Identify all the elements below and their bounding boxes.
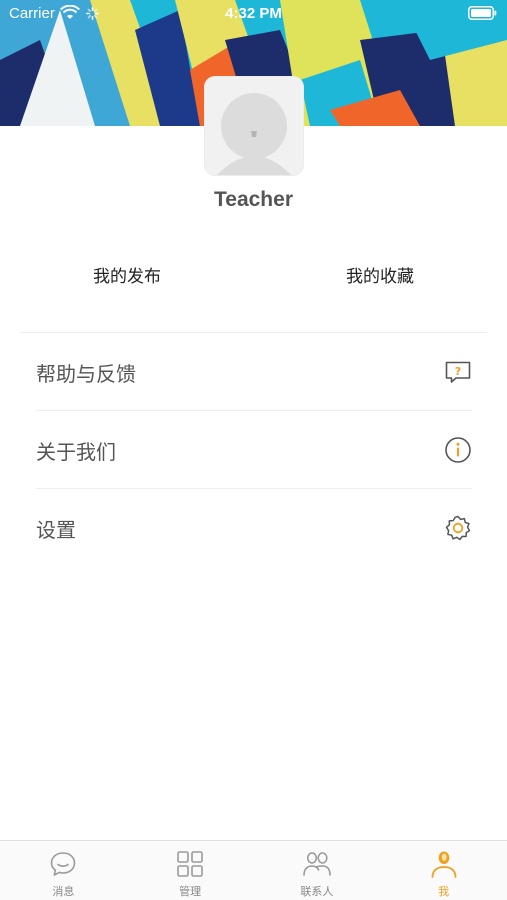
my-favorites-link[interactable]: 我的收藏 — [280, 262, 480, 287]
tab-label: 管理 — [179, 885, 202, 898]
my-posts-link[interactable]: 我的发布 — [27, 262, 227, 287]
tab-contacts[interactable]: 联系人 — [254, 841, 381, 900]
tab-label: 我 — [438, 885, 450, 898]
menu-item-about-us[interactable]: 关于我们 — [36, 411, 472, 489]
menu-item-help-feedback[interactable]: 帮助与反馈 ? — [36, 333, 472, 411]
contacts-icon — [303, 852, 331, 876]
avatar[interactable] — [205, 77, 303, 175]
menu-item-label: 关于我们 — [36, 439, 116, 464]
chat-bubble-icon — [51, 852, 76, 876]
svg-text:?: ? — [455, 365, 461, 378]
status-time: 4:32 PM — [225, 5, 282, 22]
battery-icon — [468, 6, 497, 20]
default-avatar-icon — [205, 77, 303, 175]
tab-management[interactable]: 管理 — [127, 841, 254, 900]
tab-bar: 消息 管理 联系人 我 — [0, 840, 507, 900]
person-icon — [431, 851, 457, 878]
settings-gear-icon — [445, 515, 471, 541]
help-feedback-icon: ? — [445, 361, 471, 383]
menu-item-label: 设置 — [36, 517, 76, 542]
status-bar: Carrier 4:32 PM — [0, 0, 507, 28]
menu-item-label: 帮助与反馈 — [36, 361, 136, 386]
tab-me[interactable]: 我 — [380, 841, 507, 900]
tab-label: 联系人 — [300, 885, 334, 898]
info-icon — [445, 437, 471, 463]
tab-messages[interactable]: 消息 — [0, 841, 127, 900]
tab-label: 消息 — [52, 885, 75, 898]
menu-item-settings[interactable]: 设置 — [36, 489, 472, 567]
username: Teacher — [214, 188, 293, 211]
grid-icon — [177, 851, 203, 877]
